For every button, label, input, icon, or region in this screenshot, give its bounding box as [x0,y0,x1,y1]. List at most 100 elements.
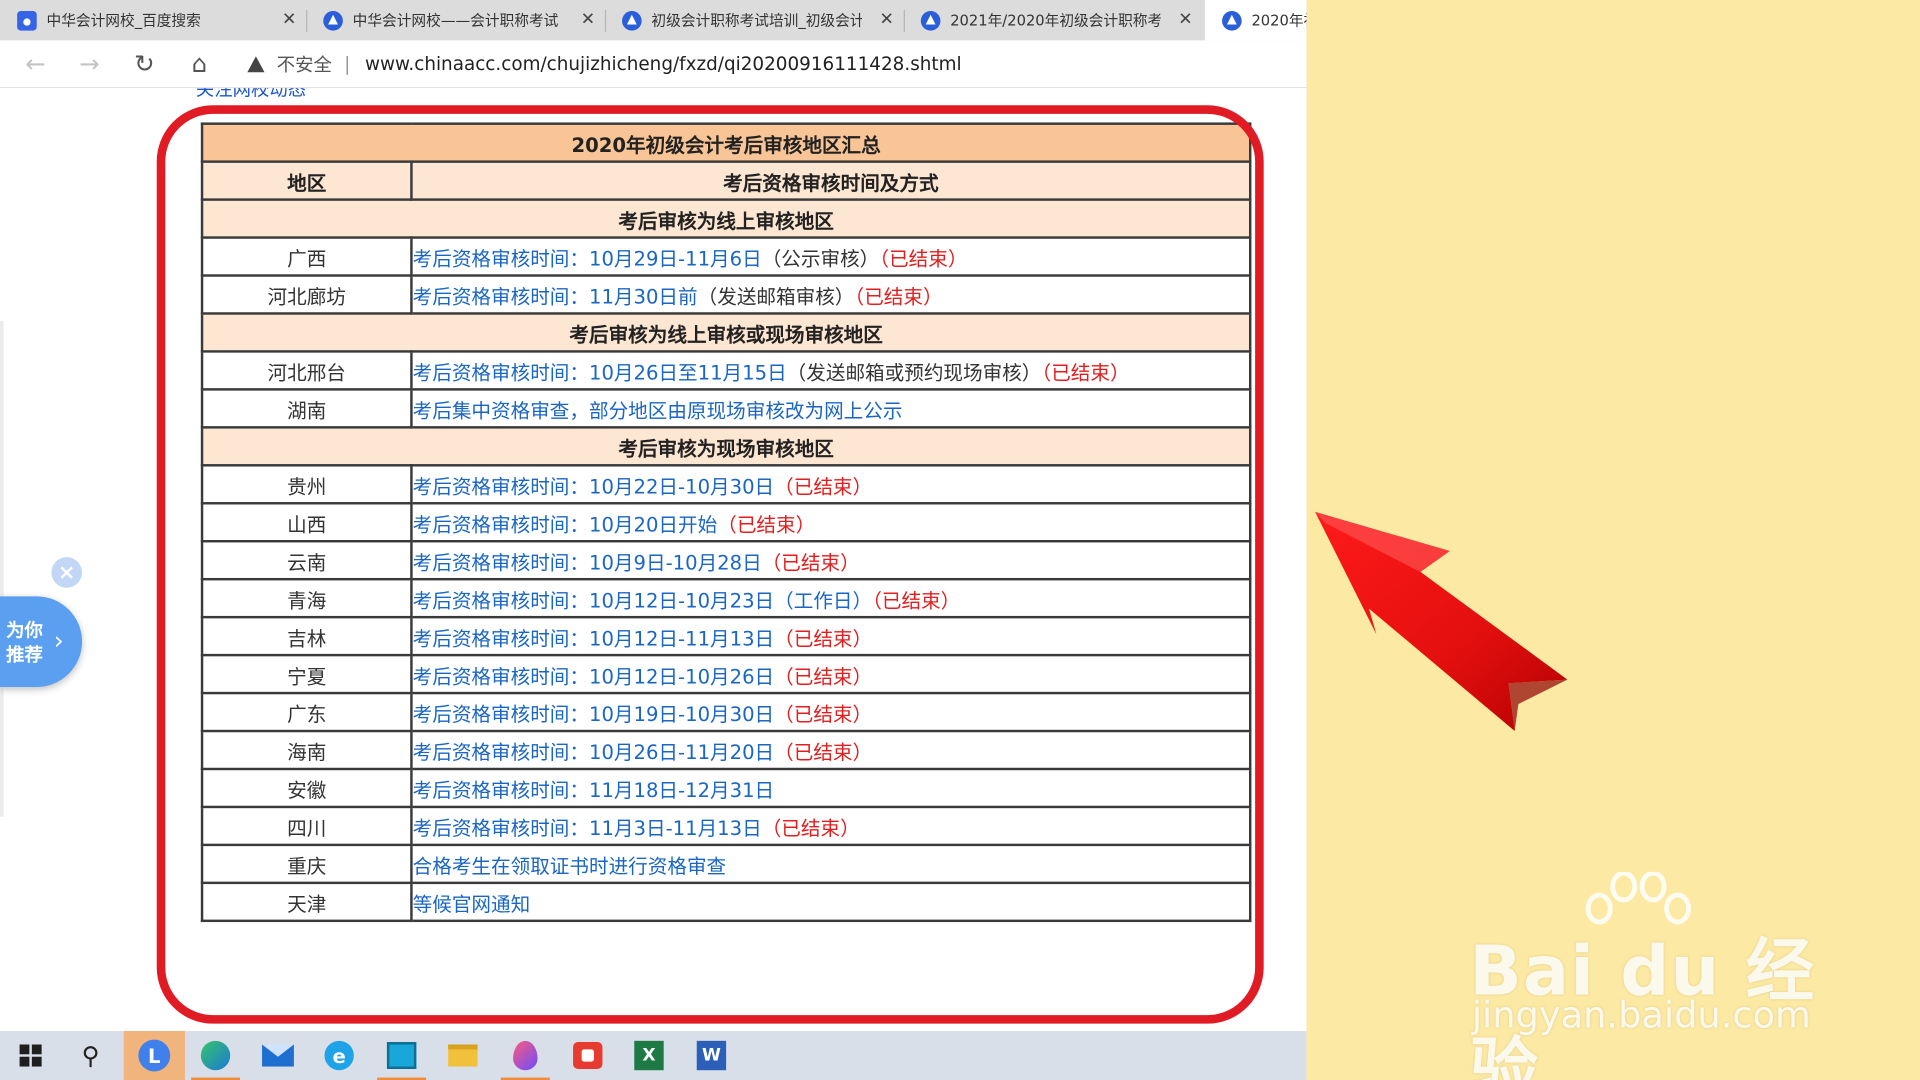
detail-cell: 考后资格审核时间：10月26日-11月20日（已结束） [410,729,1252,771]
file-explorer-icon[interactable] [446,1038,480,1072]
tab-title: 2020年初 [1251,12,1306,30]
detail-link[interactable]: 等候官网通知 [413,892,531,915]
region-cell: 贵州 [200,464,413,505]
tab-current[interactable]: 2020年初 [1204,0,1307,41]
region-cell: 重庆 [200,843,413,885]
close-icon[interactable]: ✕ [282,10,296,30]
detail-link[interactable]: 考后资格审核时间：10月12日-11月13日 [413,626,774,649]
close-icon[interactable]: ✕ [1178,10,1192,30]
back-arrow-icon[interactable]: ← [20,48,52,80]
screen-recorder-icon[interactable] [571,1038,605,1072]
chinaacc-logo-icon [1222,10,1242,31]
close-icon[interactable]: ✕ [581,10,595,30]
detail-link[interactable]: 考后资格审核时间：10月19日-10月30日 [413,702,774,725]
home-icon[interactable]: ⌂ [184,48,216,80]
column-header-region: 地区 [200,160,413,201]
detail-link[interactable]: 考后资格审核时间：10月29日-11月6日 [413,247,762,270]
url-text: www.chinaacc.com/chujizhicheng/fxzd/qi20… [364,52,962,75]
detail-link[interactable]: 考后资格审核时间：11月3日-11月13日 [413,816,762,839]
mail-icon[interactable] [261,1038,295,1072]
region-cell: 云南 [200,540,413,581]
word-icon[interactable]: W [694,1038,728,1072]
detail-link[interactable]: 考后资格审核时间：10月26日至11月15日 [413,361,787,384]
detail-cell: 考后资格审核时间：10月19日-10月30日（已结束） [410,691,1252,733]
close-icon[interactable]: ✕ [880,10,894,30]
security-label: 不安全 [276,53,332,76]
detail-cell: 考后资格审核时间：10月12日-10月26日（已结束） [410,653,1252,695]
status-ended: （已结束） [774,474,873,498]
chinaacc-logo-icon [920,10,941,31]
detail-cell: 考后资格审核时间：10月12日-11月13日（已结束） [410,615,1252,657]
chinaacc-logo-icon [622,10,642,31]
forward-arrow-icon[interactable]: → [73,48,105,80]
detail-link[interactable]: 考后集中资格审查，部分地区由原现场审核改为网上公示 [413,399,903,422]
detail-cell: 考后资格审核时间：10月26日至11月15日（发送邮箱或预约现场审核）（已结束） [410,350,1252,391]
section-heading: 考后审核为线上审核地区 [200,198,1252,239]
detail-cell: 等候官网通知 [410,881,1252,923]
detail-link[interactable]: 考后资格审核时间：10月22日-10月30日 [413,474,774,497]
tab-title: 中华会计网校_百度搜索 [46,12,201,30]
table-row: 河北邢台 考后资格审核时间：10月26日至11月15日（发送邮箱或预约现场审核）… [200,350,1252,391]
table-row: 青海 考后资格审核时间：10月12日-10月23日（工作日）（已结束） [200,577,1252,619]
region-cell: 广西 [200,236,413,277]
tab-chinaacc-home[interactable]: 中华会计网校——会计职称考试 ✕ [306,0,605,40]
detail-link[interactable]: 考后资格审核时间：10月12日-10月23日（工作日） [413,588,872,611]
section-heading: 考后审核为线上审核或现场审核地区 [200,312,1252,353]
section-heading: 考后审核为现场审核地区 [200,426,1252,467]
windows-start-icon[interactable] [13,1038,47,1072]
table-row: 湖南 考后集中资格审查，部分地区由原现场审核改为网上公示 [200,388,1252,429]
close-icon[interactable]: × [51,557,83,588]
reload-icon[interactable]: ↻ [129,48,161,80]
search-icon[interactable]: ⚲ [73,1038,107,1072]
warning-icon [247,55,265,72]
detail-link[interactable]: 合格考生在领取证书时进行资格审查 [413,854,726,877]
section-heading-row: 考后审核为线上审核或现场审核地区 [200,312,1252,353]
status-ended: （已结束） [774,626,873,650]
detail-link[interactable]: 考后资格审核时间：10月26日-11月20日 [413,740,774,763]
red-pointer-arrow-icon [1315,511,1568,732]
browser-window: 中华会计网校_百度搜索 ✕ 中华会计网校——会计职称考试 ✕ 初级会计职称考试培… [0,0,1307,1080]
table-header-row: 地区 考后资格审核时间及方式 [200,160,1252,201]
detail-link[interactable]: 考后资格审核时间：10月9日-10月28日 [413,550,762,573]
chinaacc-logo-icon [323,10,343,31]
table-row: 海南 考后资格审核时间：10月26日-11月20日（已结束） [200,729,1252,771]
table-row: 河北廊坊 考后资格审核时间：11月30日前（发送邮箱审核）（已结束） [200,274,1252,315]
detail-link[interactable]: 考后资格审核时间：11月18日-12月31日 [413,778,774,801]
detail-cell: 考后资格审核时间：10月20日开始（已结束） [410,502,1252,543]
status-ended: （已结束） [879,246,968,271]
table-row: 广东 考后资格审核时间：10月19日-10月30日（已结束） [200,691,1252,733]
region-cell: 安徽 [200,767,413,809]
status-ended: （已结束） [774,702,873,726]
paint-drop-icon[interactable] [508,1038,542,1072]
tab-baidu-search[interactable]: 中华会计网校_百度搜索 ✕ [0,0,306,40]
table-row: 贵州 考后资格审核时间：10月22日-10月30日（已结束） [200,464,1252,505]
table-row: 广西 考后资格审核时间：10月29日-11月6日（公示审核）（已结束） [200,236,1252,277]
app-l-icon[interactable]: L [123,1031,185,1080]
region-cell: 广东 [200,691,413,733]
tab-title: 中华会计网校——会计职称考试 [352,12,559,30]
chevron-right-icon: › [53,625,64,656]
page-link[interactable]: 关注网校动态 [196,88,306,101]
status-ended: （已结束） [761,816,860,840]
tab-title: 初级会计职称考试培训_初级会计 [651,12,863,30]
whiteboard-icon[interactable] [384,1038,418,1072]
recommend-label: 为你推荐 [6,619,43,667]
region-cell: 河北廊坊 [200,274,413,315]
table-row: 天津 等候官网通知 [200,881,1252,923]
section-heading-row: 考后审核为线上审核地区 [200,198,1252,239]
tab-exam-info[interactable]: 2021年/2020年初级会计职称考试 ✕ [904,0,1203,40]
region-cell: 海南 [200,729,413,771]
excel-icon[interactable]: X [632,1038,666,1072]
detail-link[interactable]: 考后资格审核时间：11月30日前 [413,285,698,308]
detail-cell: 考后资格审核时间：11月30日前（发送邮箱审核）（已结束） [410,274,1252,315]
detail-cell: 合格考生在领取证书时进行资格审查 [410,843,1252,885]
url-field[interactable]: 不安全 | www.chinaacc.com/chujizhicheng/fxz… [247,50,962,77]
tab-training[interactable]: 初级会计职称考试培训_初级会计 ✕ [605,0,904,40]
detail-link[interactable]: 考后资格审核时间：10月20日开始 [413,512,718,535]
region-cell: 青海 [200,577,413,619]
edge-icon[interactable] [198,1038,232,1072]
ie-icon[interactable]: e [322,1038,356,1072]
detail-link[interactable]: 考后资格审核时间：10月12日-10月26日 [413,664,774,687]
address-bar: ← → ↻ ⌂ 不安全 | www.chinaacc.com/chujizhic… [0,40,1307,89]
status-ended: （已结束） [717,512,816,536]
